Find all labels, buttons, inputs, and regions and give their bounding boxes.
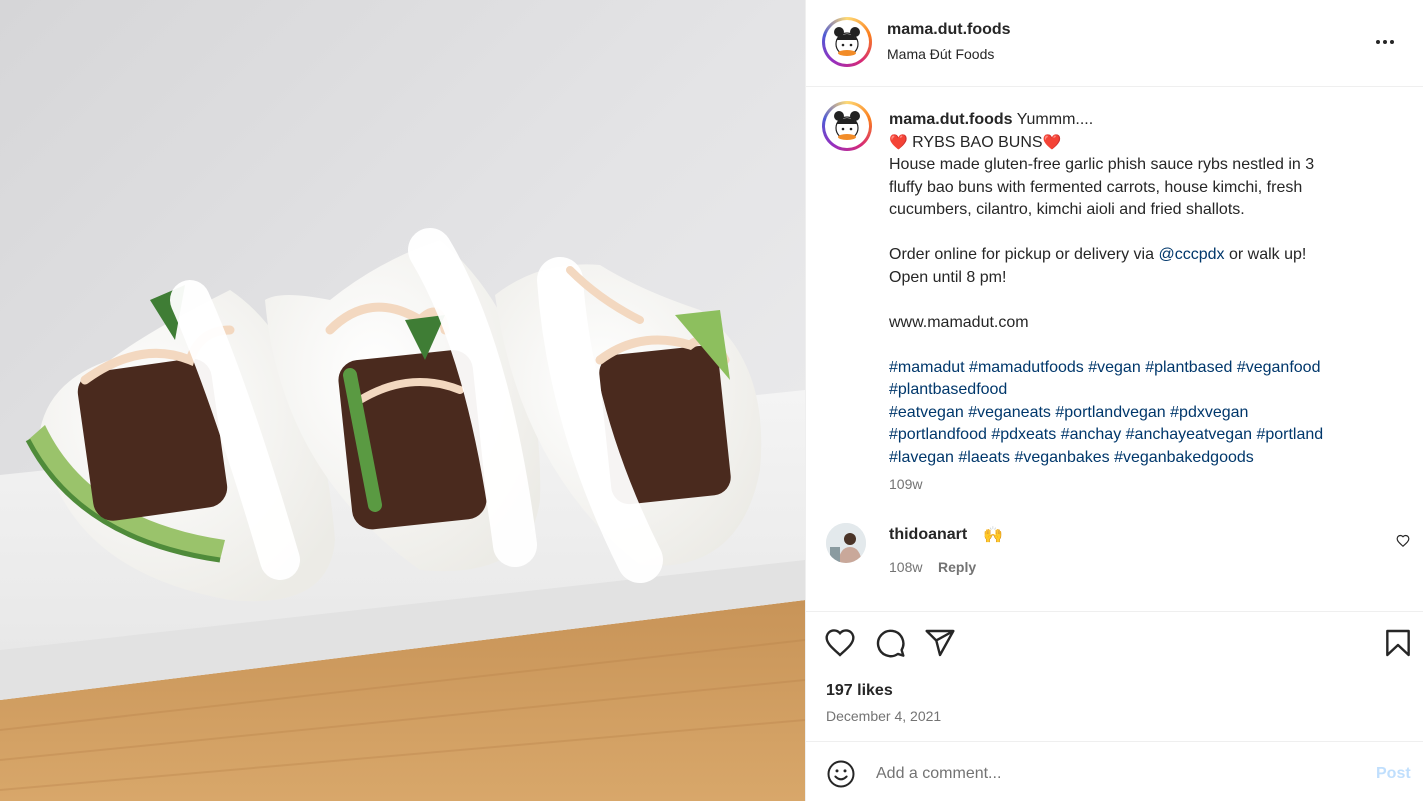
- comment-bubble-icon: [876, 629, 905, 658]
- hashtag-link[interactable]: #plantbasedfood: [889, 381, 1007, 398]
- hashtag-link[interactable]: #mamadut: [889, 359, 965, 376]
- order-text: Order online for pickup or delivery via: [889, 246, 1155, 263]
- post-details-panel: mama.dut.foods Mama Đút Foods mama.dut.f…: [805, 0, 1423, 801]
- hours-text: Open until 8 pm!: [889, 268, 1007, 286]
- caption-description-line: House made gluten-free garlic phish sauc…: [889, 156, 1315, 173]
- header-username[interactable]: mama.dut.foods: [887, 21, 1011, 39]
- hashtag-link[interactable]: #anchay: [1061, 426, 1122, 443]
- commenter-username[interactable]: thidoanart: [889, 526, 967, 544]
- post-date: December 4, 2021: [826, 708, 942, 724]
- smiley-icon: [827, 760, 855, 788]
- heart-icon: [1396, 534, 1410, 548]
- mama-dut-logo-icon: [834, 111, 860, 140]
- hashtag-link[interactable]: #anchayeatvegan: [1126, 426, 1252, 443]
- like-button[interactable]: [824, 627, 858, 661]
- hashtag-link[interactable]: #veganbakes: [1014, 449, 1109, 466]
- caption-avatar[interactable]: [822, 101, 872, 151]
- caption-description-line: fluffy bao buns with fermented carrots, …: [889, 178, 1303, 196]
- share-button[interactable]: [924, 627, 958, 661]
- caption-timestamp[interactable]: 109w: [889, 476, 922, 492]
- comment-timestamp[interactable]: 108w: [889, 559, 922, 575]
- post-actions: 197 likes December 4, 2021: [806, 612, 1423, 742]
- hashtag-link[interactable]: #lavegan: [889, 449, 954, 466]
- mention-link[interactable]: @cccpdx: [1158, 246, 1224, 263]
- more-options-button[interactable]: [1369, 28, 1401, 56]
- reply-button[interactable]: Reply: [938, 559, 976, 575]
- hashtag-link[interactable]: #veganbakedgoods: [1114, 449, 1254, 466]
- hashtag-link[interactable]: #mamadutfoods: [969, 359, 1084, 376]
- post-caption: mama.dut.foods Yummm.... ❤️ RYBS BAO BUN…: [889, 109, 1389, 469]
- commenter-avatar[interactable]: [826, 523, 866, 563]
- red-heart-emoji: ❤️: [1042, 133, 1062, 151]
- hashtag-link[interactable]: #vegan: [1088, 359, 1141, 376]
- caption-opening: Yummm....: [1016, 111, 1094, 128]
- paper-plane-icon: [925, 629, 955, 657]
- hashtag-link[interactable]: #pdxvegan: [1170, 404, 1248, 421]
- profile-avatar[interactable]: [822, 17, 872, 67]
- post-photo[interactable]: [0, 0, 805, 801]
- post-comment-button[interactable]: Post: [1376, 765, 1411, 783]
- hashtag-link[interactable]: #laeats: [958, 449, 1010, 466]
- hashtag-link[interactable]: #plantbased: [1145, 359, 1232, 376]
- add-comment-bar: Post: [806, 743, 1423, 801]
- save-button[interactable]: [1382, 627, 1416, 661]
- caption-username[interactable]: mama.dut.foods: [889, 111, 1013, 128]
- post-header: mama.dut.foods Mama Đút Foods: [806, 0, 1423, 87]
- website-text: www.mamadut.com: [889, 313, 1029, 331]
- caption-description-line: cucumbers, cilantro, kimchi aioli and fr…: [889, 201, 1245, 218]
- hashtag-link[interactable]: #veganeats: [968, 404, 1051, 421]
- comment-like-button[interactable]: [1396, 534, 1414, 552]
- hashtag-link[interactable]: #portland: [1256, 426, 1323, 443]
- red-heart-emoji: ❤️: [889, 133, 908, 151]
- hashtag-link[interactable]: #eatvegan: [889, 404, 964, 421]
- hashtag-link[interactable]: #portlandfood: [889, 426, 987, 443]
- comment-text: 🙌: [983, 527, 1003, 544]
- comment-item: thidoanart 🙌 108w Reply: [806, 519, 1423, 579]
- header-account-name[interactable]: Mama Đút Foods: [887, 46, 994, 62]
- hashtag-link[interactable]: #portlandvegan: [1055, 404, 1165, 421]
- comments-section[interactable]: mama.dut.foods Yummm.... ❤️ RYBS BAO BUN…: [806, 87, 1423, 612]
- bao-buns-photo: [0, 0, 805, 801]
- comment-input[interactable]: [876, 759, 1336, 789]
- bookmark-icon: [1386, 629, 1410, 657]
- comment-button[interactable]: [874, 627, 908, 661]
- hashtag-link[interactable]: #pdxeats: [991, 426, 1056, 443]
- caption-title: RYBS BAO BUNS: [912, 133, 1043, 151]
- likes-count[interactable]: 197 likes: [826, 682, 893, 700]
- user-photo-icon: [826, 523, 866, 563]
- mama-dut-logo-icon: [834, 27, 860, 56]
- emoji-button[interactable]: [826, 759, 856, 789]
- order-text-suffix: or walk up!: [1228, 246, 1307, 263]
- more-options-icon: [1376, 40, 1394, 44]
- hashtag-link[interactable]: #veganfood: [1237, 359, 1321, 376]
- heart-icon: [825, 629, 855, 657]
